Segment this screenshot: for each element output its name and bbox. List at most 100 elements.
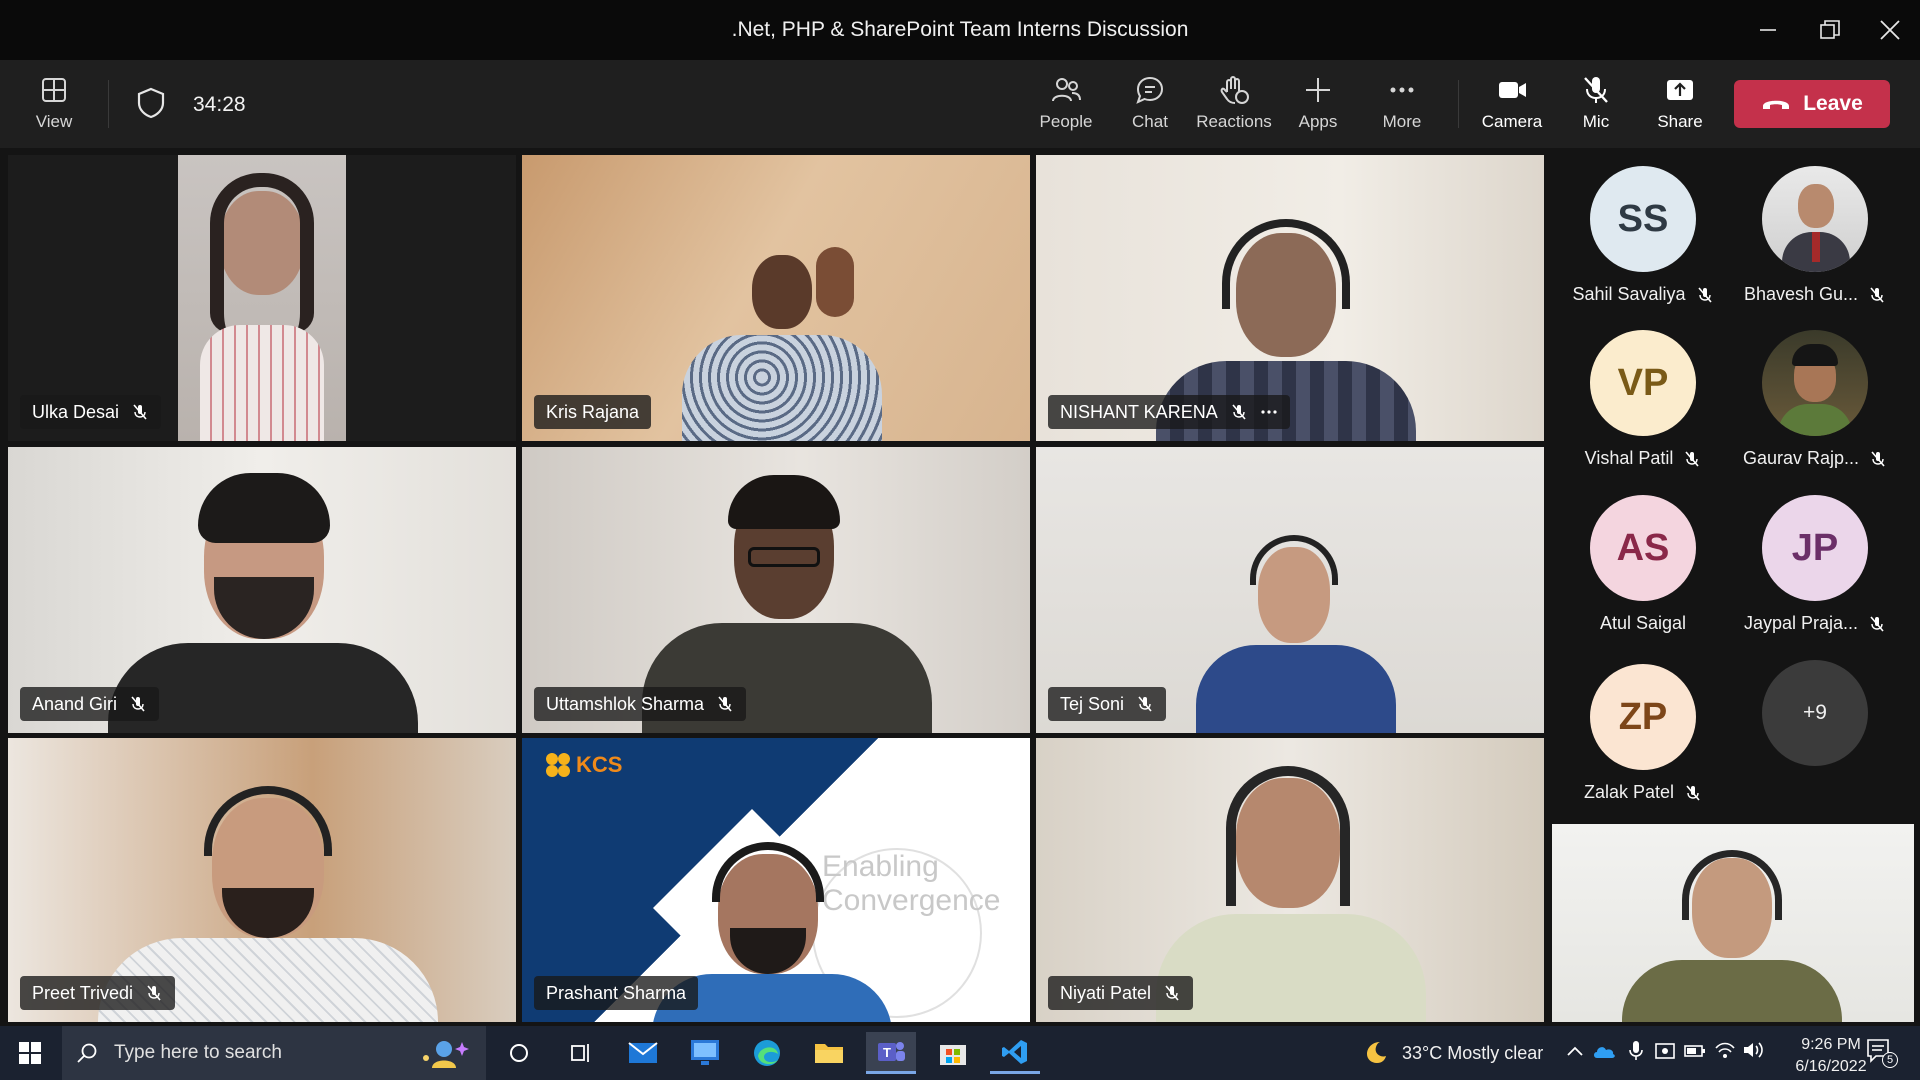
video-tile[interactable]: Tej Soni	[1036, 447, 1544, 733]
people-label: People	[1039, 112, 1093, 131]
toolbar-divider	[108, 80, 109, 128]
clock-time: 9:26 PM	[1801, 1036, 1861, 1053]
roster-name: Zalak Patel	[1583, 782, 1675, 802]
roster-item[interactable]: JP Jaypal Praja...	[1730, 489, 1900, 649]
close-button[interactable]	[1872, 12, 1908, 48]
weather-text[interactable]: 33°C Mostly clear	[1402, 1043, 1543, 1064]
roster-item[interactable]: SS Sahil Savaliya	[1558, 160, 1728, 320]
battery-icon[interactable]	[1684, 1042, 1706, 1065]
toolbar-divider	[1458, 80, 1459, 128]
participant-shirt	[1156, 914, 1426, 1022]
shield-icon	[134, 86, 168, 125]
participant-nameplate: Uttamshlok Sharma	[534, 687, 747, 721]
video-tile[interactable]: KCS Enabling Convergence Prashant Sharma	[522, 738, 1030, 1022]
restore-icon	[1820, 20, 1840, 39]
participant-nameplate: Preet Trivedi	[20, 976, 176, 1010]
roster-item[interactable]: Bhavesh Gu...	[1730, 160, 1900, 320]
roster-item[interactable]: Gaurav Rajp...	[1730, 324, 1900, 484]
minimize-button[interactable]	[1750, 12, 1786, 48]
roster-item[interactable]: AS Atul Saigal	[1558, 489, 1728, 649]
camera-button[interactable]: Camera	[1470, 74, 1554, 140]
participant-nameplate: Niyati Patel	[1048, 976, 1194, 1010]
minimize-icon	[1760, 29, 1776, 31]
overflow-participants-button[interactable]: +9	[1730, 654, 1900, 814]
cortana-button[interactable]	[494, 1032, 544, 1074]
teams-app-button[interactable]: T	[866, 1032, 916, 1074]
participant-nameplate: Prashant Sharma	[534, 976, 699, 1010]
volume-icon[interactable]	[1742, 1040, 1764, 1065]
roster-item[interactable]: ZP Zalak Patel	[1558, 658, 1728, 818]
chat-button[interactable]: Chat	[1108, 74, 1192, 140]
clock[interactable]: 9:26 PM 6/16/2022	[1786, 1034, 1876, 1078]
roster-item[interactable]: VP Vishal Patil	[1558, 324, 1728, 484]
more-button[interactable]: More	[1360, 74, 1444, 140]
mic-muted-icon	[1870, 286, 1884, 303]
participant-name: Niyati Patel	[1060, 982, 1152, 1003]
task-view-icon	[571, 1044, 589, 1062]
self-video-preview[interactable]	[1552, 824, 1914, 1022]
vscode-button[interactable]	[990, 1032, 1040, 1074]
roster-name-row: Zalak Patel	[1558, 782, 1728, 803]
participant-nameplate: Anand Giri	[20, 687, 160, 721]
share-button[interactable]: Share	[1638, 74, 1722, 140]
roster-name: Jaypal Praja...	[1743, 613, 1859, 633]
folder-icon	[815, 1044, 843, 1063]
avatar-photo	[1762, 330, 1868, 436]
participant-beard	[222, 888, 314, 938]
mic-muted-icon	[1686, 784, 1700, 801]
meeting-timer: 34:28	[193, 93, 246, 116]
remote-desktop-button[interactable]	[680, 1032, 730, 1074]
hang-up-icon	[1763, 100, 1790, 109]
headset	[204, 786, 332, 856]
mic-button[interactable]: Mic	[1554, 74, 1638, 140]
participant-nameplate: Ulka Desai	[20, 395, 162, 429]
apps-button[interactable]: Apps	[1276, 74, 1360, 140]
taskbar-search-box[interactable]: Type here to search	[62, 1026, 486, 1080]
task-view-button[interactable]	[556, 1032, 606, 1074]
microsoft-store-button[interactable]	[928, 1032, 978, 1074]
wifi-icon[interactable]	[1714, 1040, 1736, 1065]
avatar: ZP	[1590, 664, 1696, 770]
video-tile[interactable]: Uttamshlok Sharma	[522, 447, 1030, 733]
avatar: SS	[1590, 166, 1696, 272]
participant-hair	[198, 473, 330, 543]
grid-view-icon	[42, 78, 66, 102]
video-tile[interactable]: Kris Rajana	[522, 155, 1030, 441]
people-button[interactable]: People	[1024, 74, 1108, 140]
video-tile[interactable]: Ulka Desai	[8, 155, 516, 441]
roster-name-row: Jaypal Praja...	[1730, 613, 1900, 634]
participant-name: Preet Trivedi	[32, 982, 134, 1003]
roster-name-row: Bhavesh Gu...	[1730, 284, 1900, 305]
participant-video	[178, 155, 346, 441]
window-title: .Net, PHP & SharePoint Team Interns Disc…	[731, 18, 1189, 41]
security-tray-icon[interactable]	[1654, 1040, 1676, 1067]
close-icon	[1880, 20, 1900, 40]
file-explorer-button[interactable]	[804, 1032, 854, 1074]
start-button[interactable]	[5, 1032, 55, 1074]
more-options-icon[interactable]	[1260, 403, 1278, 421]
mic-muted-icon	[1697, 286, 1712, 303]
video-tile[interactable]: NISHANT KARENA	[1036, 155, 1544, 441]
video-tile[interactable]: Niyati Patel	[1036, 738, 1544, 1022]
slide-text: Enabling Convergence	[822, 850, 1000, 918]
avatar-photo	[1762, 166, 1868, 272]
mic-label: Mic	[1582, 112, 1610, 131]
leave-button[interactable]: Leave	[1734, 80, 1890, 128]
reactions-button[interactable]: Reactions	[1192, 74, 1276, 140]
search-highlight-icon	[414, 1036, 470, 1070]
video-tile[interactable]: Preet Trivedi	[8, 738, 516, 1022]
participant-beard	[214, 577, 314, 639]
view-button[interactable]: View	[12, 74, 96, 140]
chevron-up-icon[interactable]	[1566, 1044, 1584, 1063]
restore-button[interactable]	[1812, 12, 1848, 48]
onedrive-icon[interactable]	[1592, 1042, 1616, 1065]
mail-app-button[interactable]	[618, 1032, 668, 1074]
headset	[1222, 219, 1350, 309]
participant-name: Tej Soni	[1060, 693, 1125, 714]
chat-label: Chat	[1132, 112, 1168, 131]
edge-browser-button[interactable]	[742, 1032, 792, 1074]
roster-name: Gaurav Rajp...	[1742, 448, 1860, 468]
microphone-tray-icon[interactable]	[1628, 1040, 1644, 1067]
notification-center-button[interactable]: 5	[1866, 1038, 1898, 1068]
video-tile[interactable]: Anand Giri	[8, 447, 516, 733]
